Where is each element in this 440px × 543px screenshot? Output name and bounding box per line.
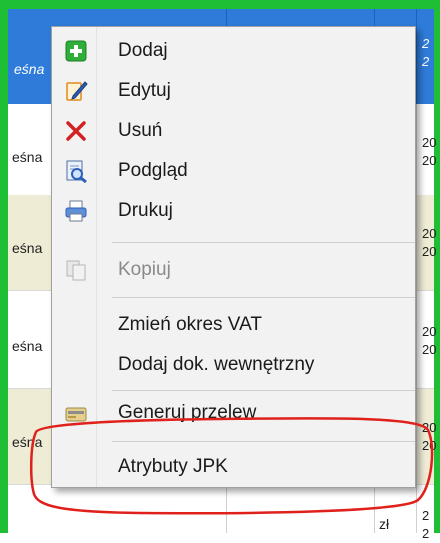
bottom-date-line: 2: [422, 508, 430, 523]
row-date-line: 20: [422, 244, 437, 259]
menu-item-change-vat-period[interactable]: Zmień okres VAT: [52, 305, 415, 345]
edit-icon: [64, 79, 88, 103]
menu-item-jpk-attributes[interactable]: Atrybuty JPK: [52, 447, 415, 487]
row-date-line: 20: [422, 153, 437, 168]
menu-separator: [112, 242, 415, 243]
add-icon: [64, 39, 88, 63]
menu-item-label: Kopiuj: [118, 259, 171, 280]
menu-item-label: Generuj przelew: [118, 402, 257, 423]
row-label: eśna: [12, 240, 43, 256]
menu-item-copy[interactable]: Kopiuj: [52, 250, 415, 290]
bottom-date-line: 2: [422, 526, 430, 541]
row-date-line: 20: [422, 324, 437, 339]
row-label: eśna: [12, 338, 43, 354]
menu-item-label: Drukuj: [118, 200, 173, 221]
header-right-line: 2: [422, 54, 430, 69]
row-date-line: 20: [422, 420, 437, 435]
row-date: 20 20: [422, 134, 436, 170]
row-date-line: 20: [422, 135, 437, 150]
menu-item-label: Zmień okres VAT: [118, 314, 262, 335]
copy-icon: [64, 258, 88, 282]
menu-item-label: Podgląd: [118, 160, 188, 181]
print-icon: [64, 199, 88, 223]
menu-item-add[interactable]: Dodaj: [52, 31, 415, 71]
header-right-line: 2: [422, 36, 430, 51]
menu-item-label: Edytuj: [118, 80, 171, 101]
menu-item-label: Dodaj dok. wewnętrzny: [118, 354, 315, 375]
header-divider: [416, 9, 417, 104]
menu-item-delete[interactable]: Usuń: [52, 111, 415, 151]
delete-icon: [64, 119, 88, 143]
row-label: eśna: [12, 434, 43, 450]
column-divider: [416, 104, 417, 533]
transfer-icon: [64, 403, 88, 427]
row-date-line: 20: [422, 342, 437, 357]
row-date-line: 20: [422, 438, 437, 453]
menu-item-generate-transfer[interactable]: Generuj przelew: [52, 395, 415, 435]
row-label: eśna: [12, 149, 43, 165]
header-cell-left: eśna: [14, 61, 45, 77]
menu-item-print[interactable]: Drukuj: [52, 191, 415, 231]
menu-item-label: Usuń: [118, 120, 163, 141]
menu-item-label: Dodaj: [118, 40, 168, 61]
menu-item-preview[interactable]: Podgląd: [52, 151, 415, 191]
menu-item-label: Atrybuty JPK: [118, 456, 228, 477]
header-cell-right: 2 2: [422, 35, 429, 71]
currency-label: zł: [379, 516, 390, 532]
row-date: 20 20: [422, 323, 436, 359]
preview-icon: [64, 159, 88, 184]
row-date-line: 20: [422, 226, 437, 241]
bottom-date: 2 2: [422, 507, 429, 543]
menu-item-edit[interactable]: Edytuj: [52, 71, 415, 111]
menu-separator: [112, 390, 415, 391]
row-date: 20 20: [422, 419, 436, 455]
context-menu: Dodaj Edytuj Usuń Podgląd Drukuj Kopiuj …: [51, 26, 416, 488]
menu-separator: [112, 297, 415, 298]
menu-separator: [112, 441, 415, 442]
row-date: 20 20: [422, 225, 436, 261]
menu-item-add-internal-document[interactable]: Dodaj dok. wewnętrzny: [52, 345, 415, 385]
